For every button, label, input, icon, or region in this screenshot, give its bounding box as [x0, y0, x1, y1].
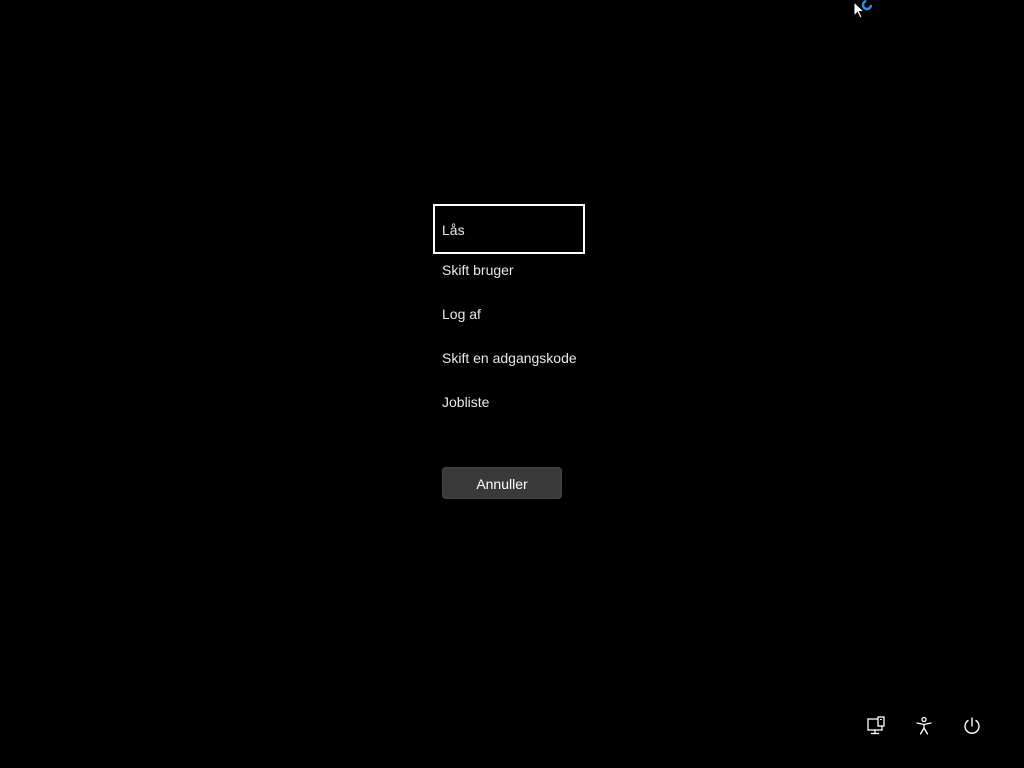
network-icon[interactable] [862, 712, 890, 740]
menu-item-label: Lås [442, 222, 465, 238]
menu-item-lock[interactable]: Lås [433, 204, 585, 254]
menu-item-label: Skift en adgangskode [442, 350, 577, 366]
menu-item-label: Skift bruger [442, 262, 514, 278]
menu-item-sign-out[interactable]: Log af [433, 292, 593, 336]
menu-item-label: Jobliste [442, 394, 490, 410]
ctrl-alt-del-screen: Lås Skift bruger Log af Skift en adgangs… [0, 0, 1024, 768]
menu-item-task-manager[interactable]: Jobliste [433, 380, 593, 424]
power-icon[interactable] [958, 712, 986, 740]
accessibility-icon[interactable] [910, 712, 938, 740]
menu-item-label: Log af [442, 306, 481, 322]
menu-item-change-password[interactable]: Skift en adgangskode [433, 336, 593, 380]
cancel-button[interactable]: Annuller [442, 467, 562, 499]
busy-cursor-icon [852, 0, 876, 24]
bottom-toolbar [860, 712, 990, 740]
security-options-menu: Lås Skift bruger Log af Skift en adgangs… [433, 204, 593, 424]
menu-item-switch-user[interactable]: Skift bruger [433, 248, 593, 292]
